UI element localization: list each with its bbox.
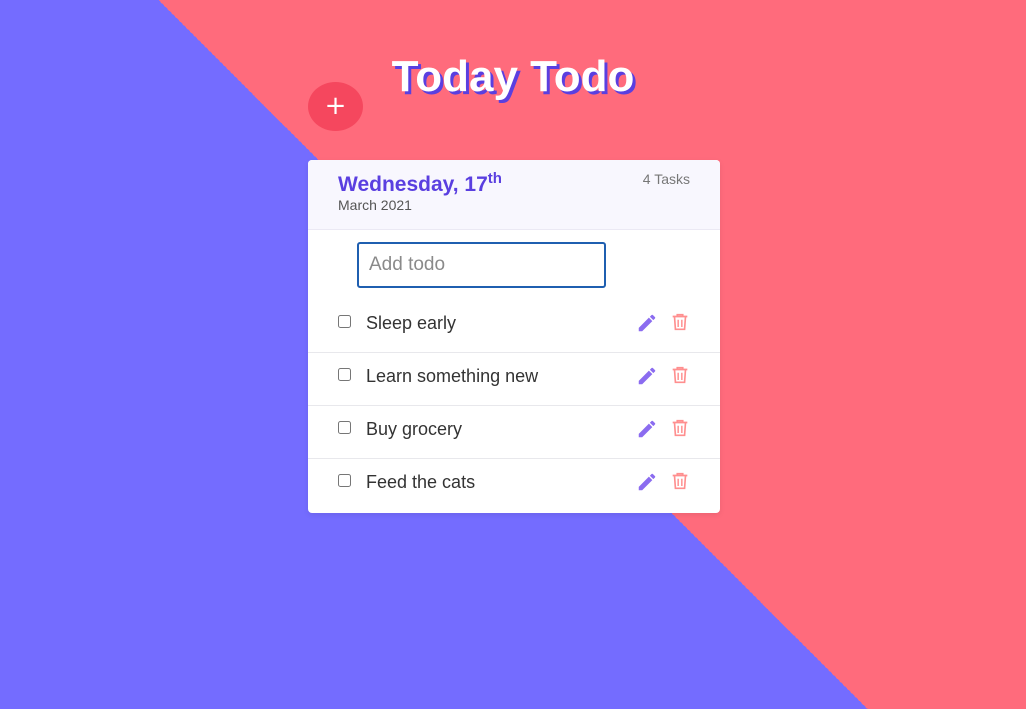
todo-checkbox[interactable]: [338, 315, 351, 328]
card-header: Wednesday, 17th March 2021 4 Tasks: [308, 160, 720, 230]
todo-text: Buy grocery: [366, 419, 463, 439]
pencil-icon[interactable]: [636, 365, 658, 387]
add-todo-row: [308, 230, 720, 300]
date-day-suffix: th: [487, 170, 502, 187]
date-weekday-day: Wednesday, 17: [338, 173, 488, 196]
date-month-year: March 2021: [338, 197, 412, 214]
todo-list: Sleep early Learn something new Buy groc…: [308, 300, 720, 512]
date-heading: Wednesday, 17th: [338, 170, 690, 197]
todo-checkbox[interactable]: [338, 368, 351, 381]
todo-item: Learn something new: [308, 353, 720, 406]
todo-item: Buy grocery: [308, 406, 720, 459]
app-title: Today Todo: [391, 52, 635, 101]
add-todo-button[interactable]: +: [308, 82, 363, 131]
todo-text: Feed the cats: [366, 472, 476, 492]
todo-text: Sleep early: [366, 313, 457, 333]
todo-item: Sleep early: [308, 300, 720, 353]
pencil-icon[interactable]: [636, 418, 658, 440]
pencil-icon[interactable]: [636, 312, 658, 334]
trash-icon[interactable]: [669, 364, 691, 386]
todo-text: Learn something new: [366, 366, 539, 386]
todo-checkbox[interactable]: [338, 474, 351, 487]
todo-checkbox[interactable]: [338, 421, 351, 434]
task-count: 4 Tasks: [642, 171, 690, 187]
trash-icon[interactable]: [669, 470, 691, 492]
pencil-icon[interactable]: [636, 471, 658, 493]
todo-card: Wednesday, 17th March 2021 4 Tasks Sleep…: [308, 160, 720, 513]
add-todo-input[interactable]: [357, 242, 606, 288]
trash-icon[interactable]: [669, 311, 691, 333]
trash-icon[interactable]: [669, 417, 691, 439]
todo-item: Feed the cats: [308, 459, 720, 512]
